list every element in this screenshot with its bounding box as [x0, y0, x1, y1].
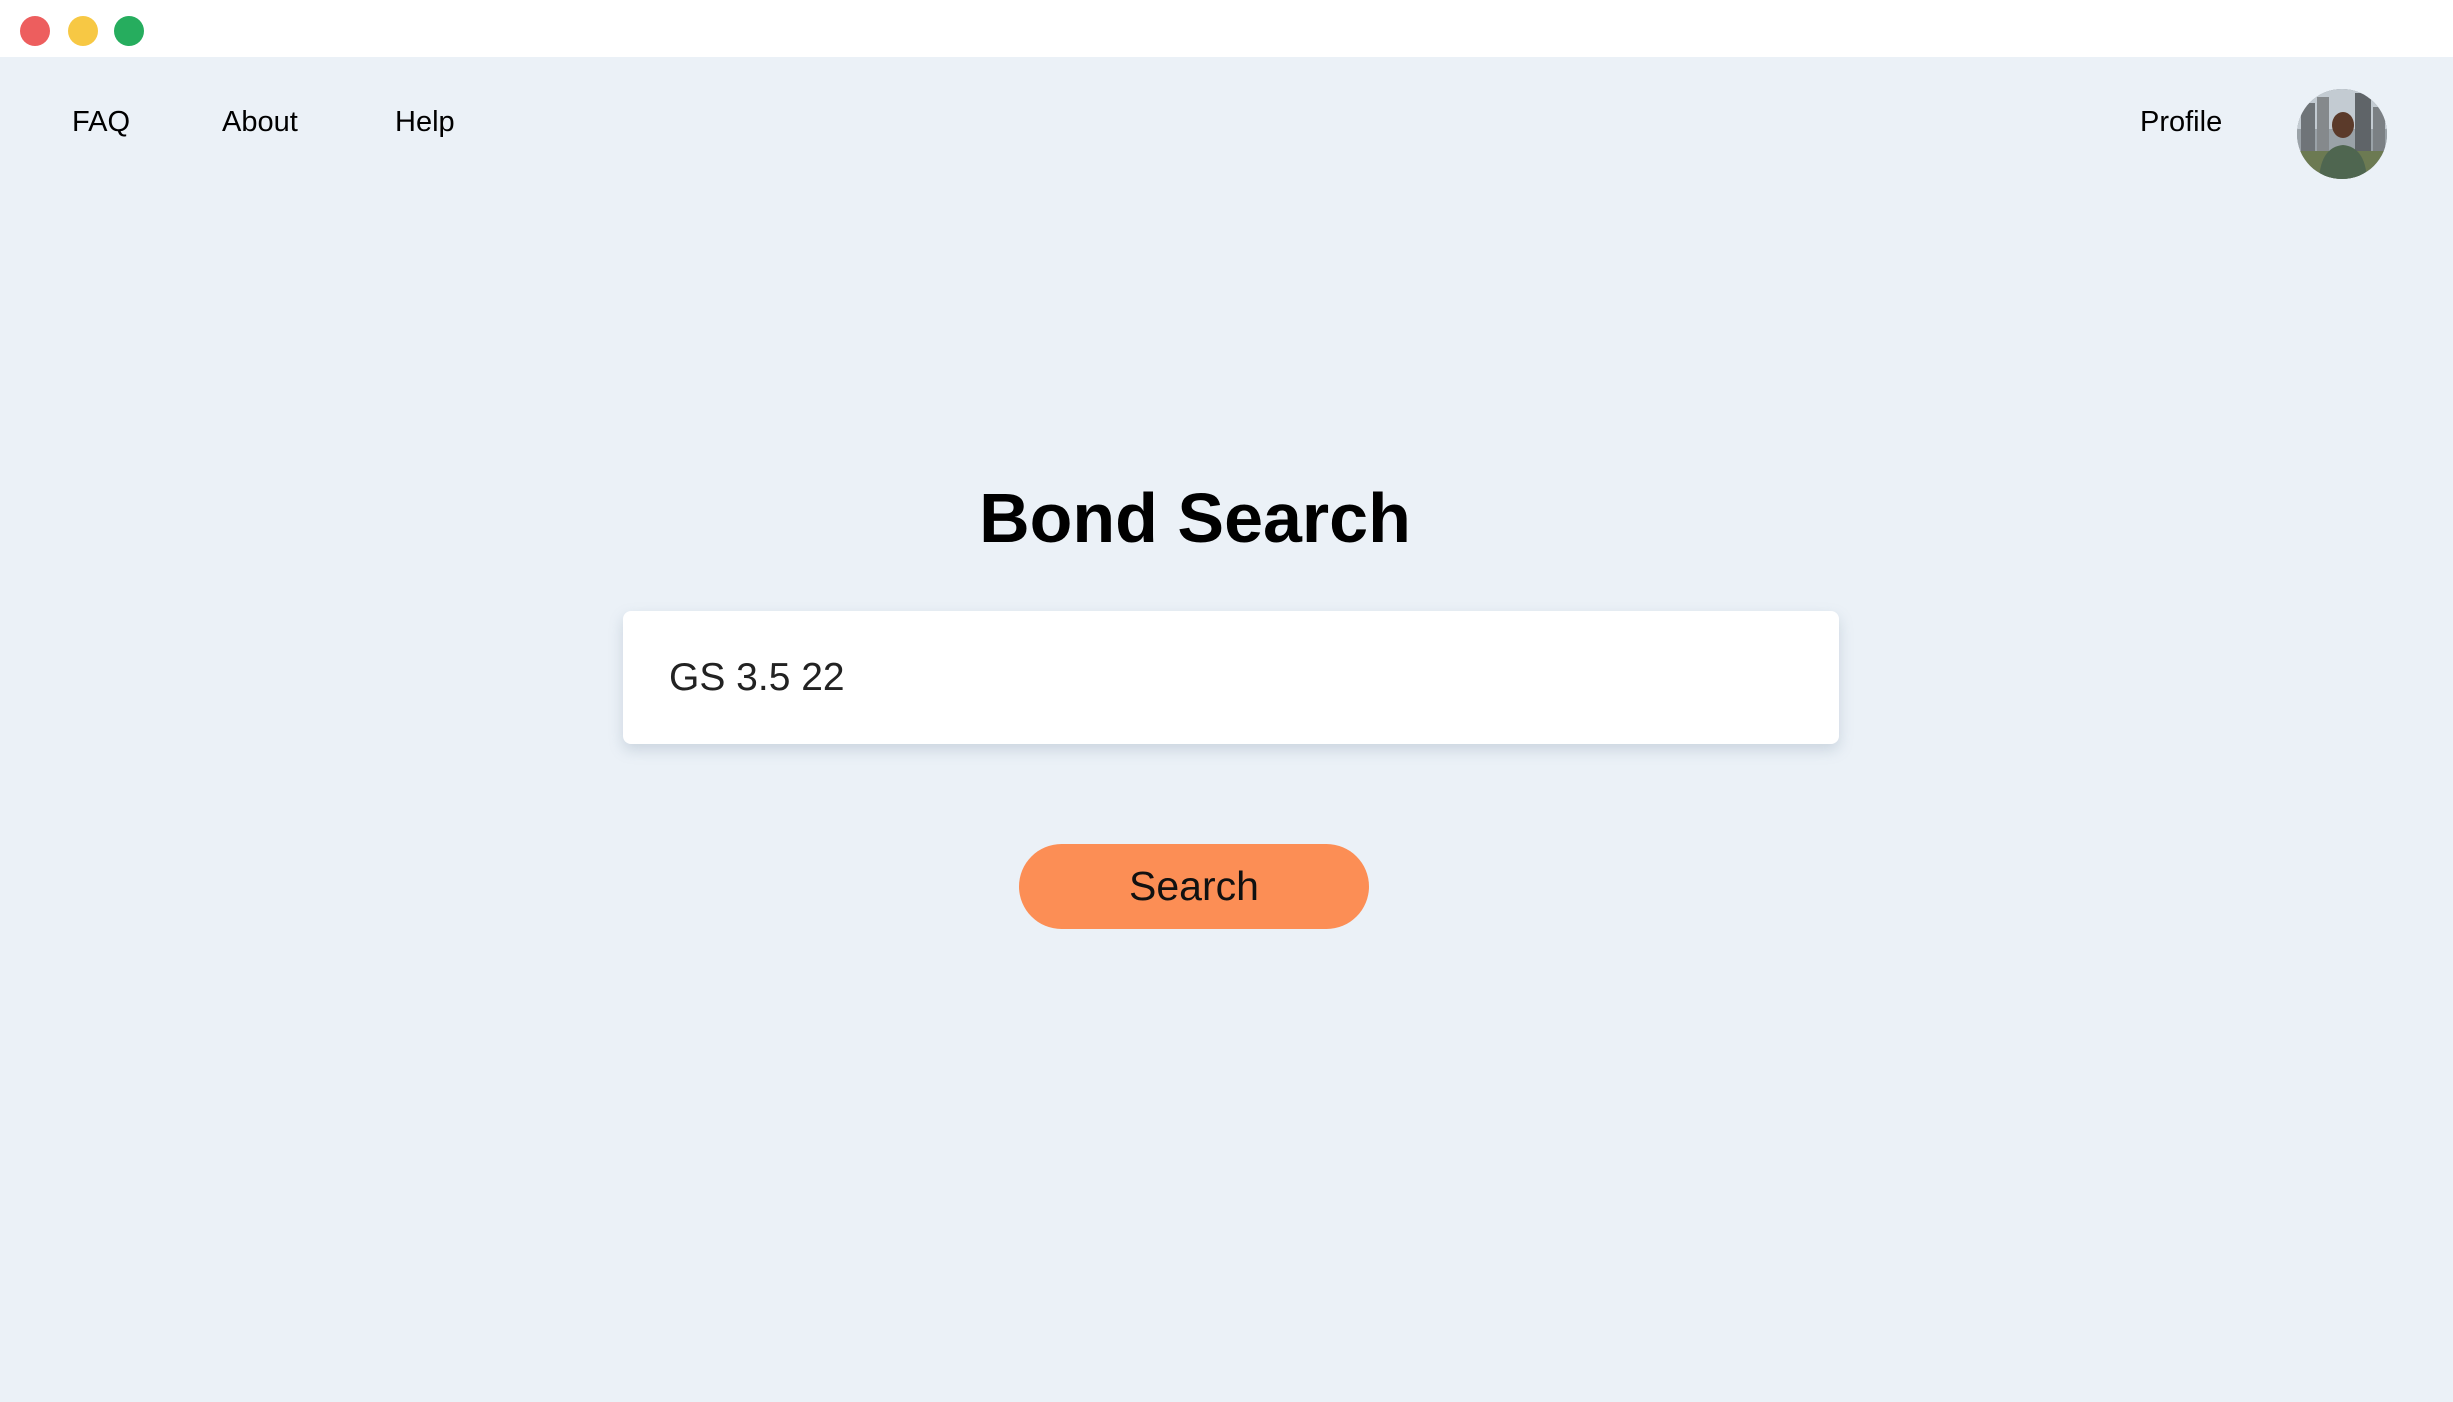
search-box — [623, 611, 1839, 744]
nav-link-help[interactable]: Help — [395, 104, 455, 140]
page-title: Bond Search — [979, 479, 1411, 557]
window-zoom-button[interactable] — [114, 16, 144, 46]
nav-link-about[interactable]: About — [222, 104, 298, 140]
avatar-photo-icon — [2297, 89, 2387, 179]
nav-link-profile[interactable]: Profile — [2140, 104, 2222, 140]
search-input[interactable] — [669, 611, 1789, 744]
avatar[interactable] — [2297, 89, 2387, 179]
window-titlebar — [0, 0, 2453, 57]
window-minimize-button[interactable] — [68, 16, 98, 46]
window-close-button[interactable] — [20, 16, 50, 46]
search-button[interactable]: Search — [1019, 844, 1369, 929]
nav-link-faq[interactable]: FAQ — [72, 104, 130, 140]
